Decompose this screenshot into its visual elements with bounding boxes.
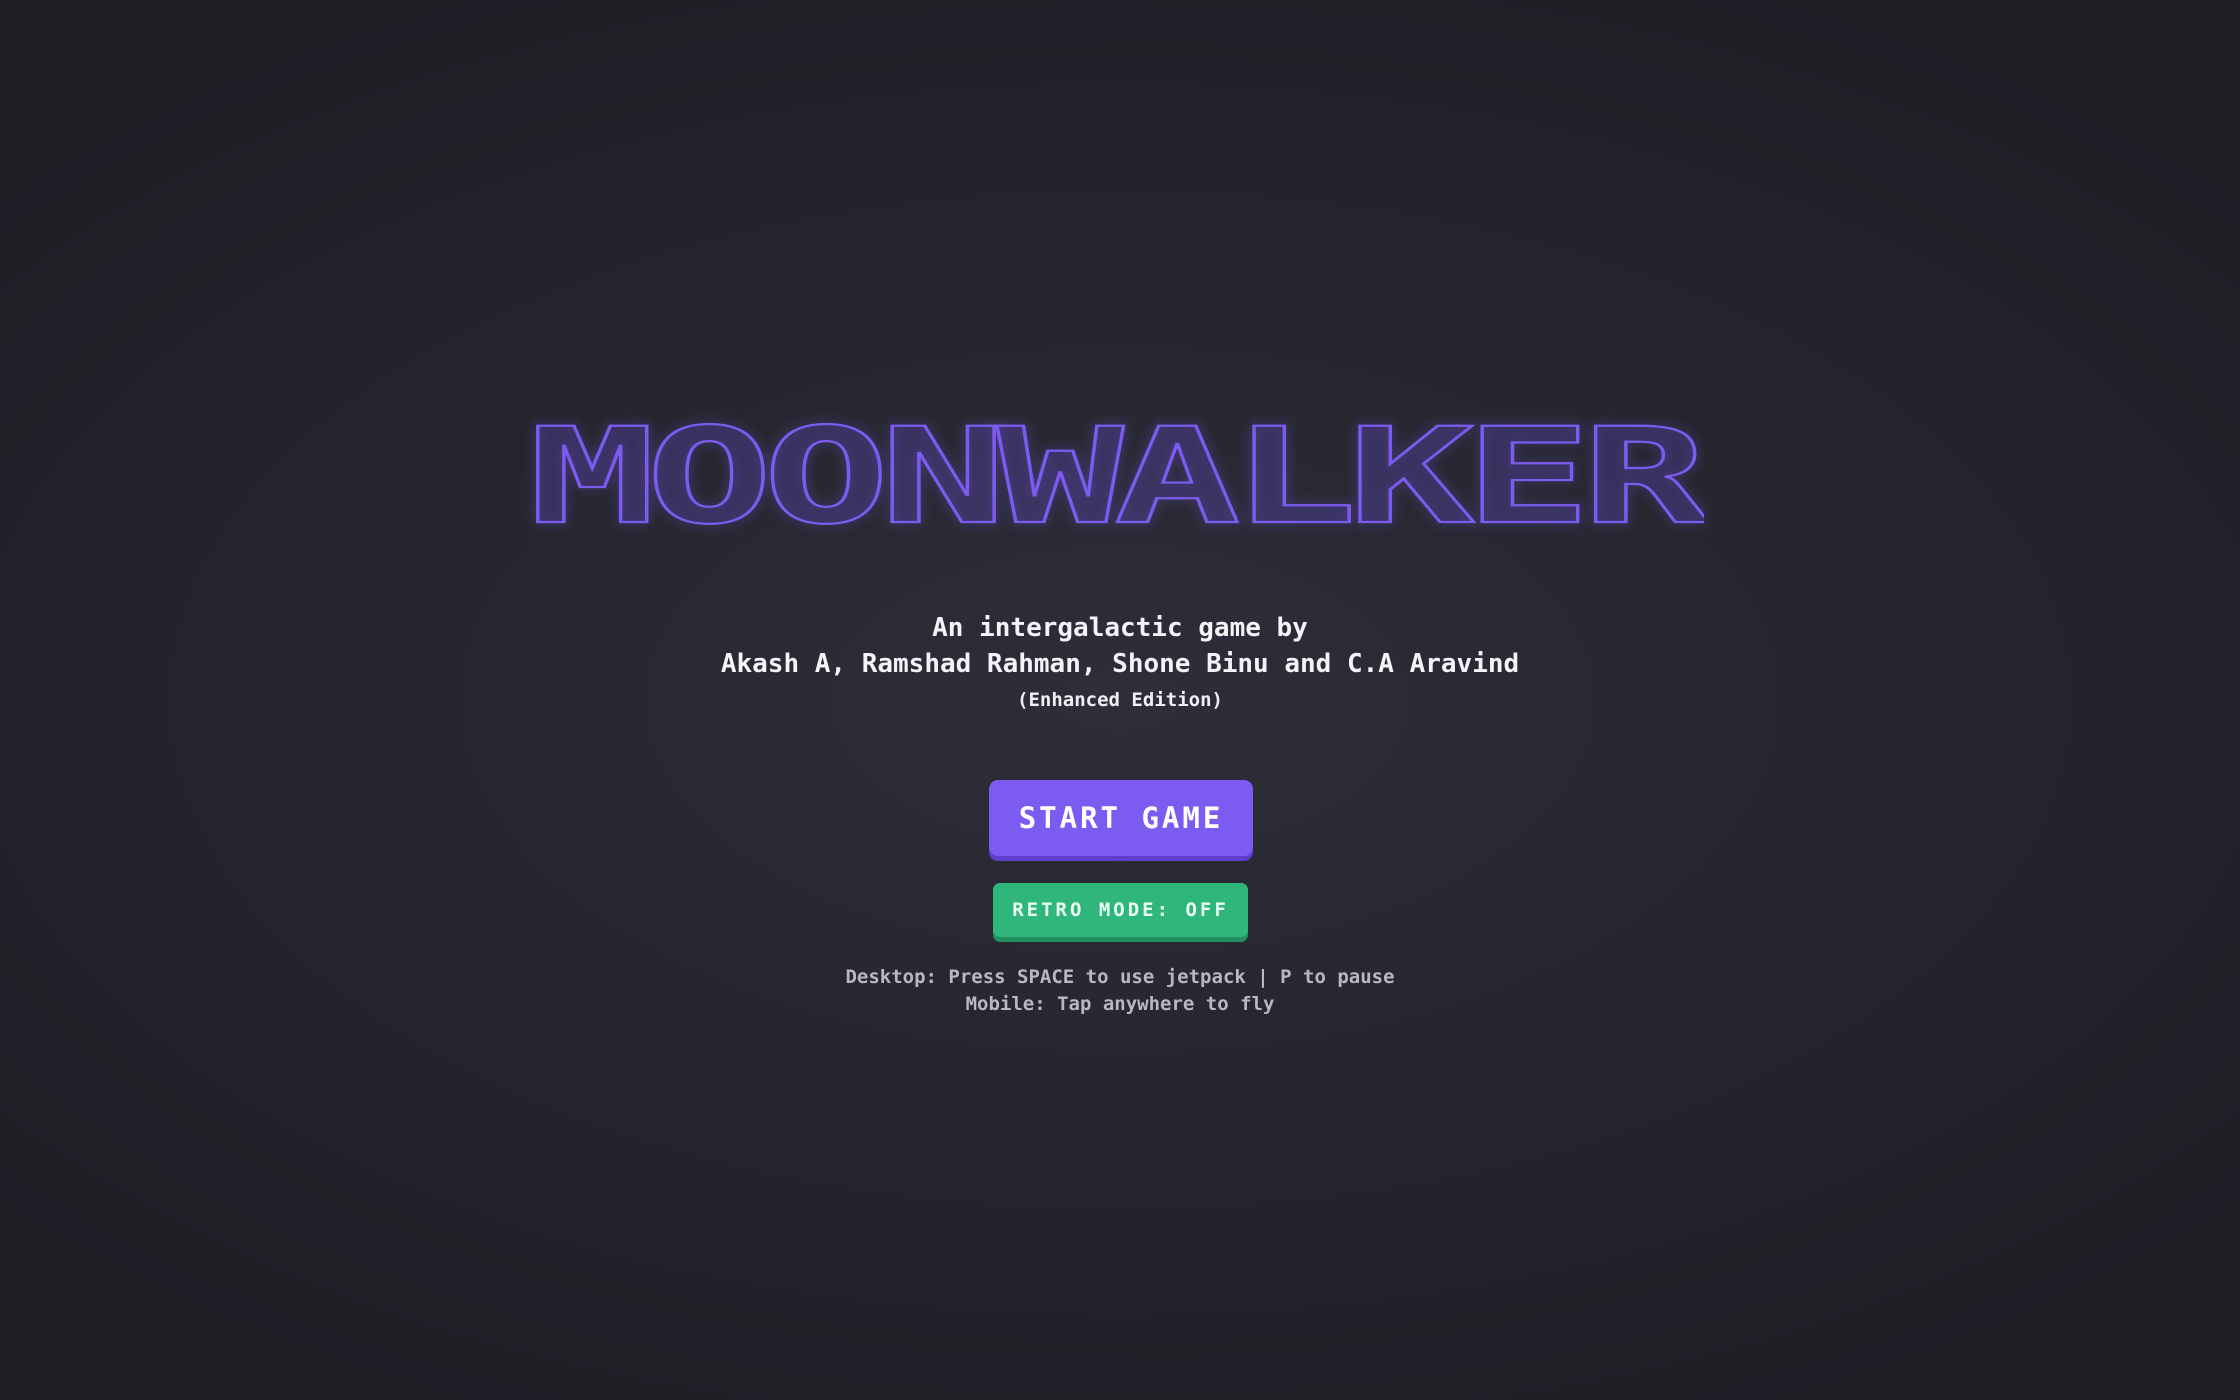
credits-authors: Akash A, Ramshad Rahman, Shone Binu and … bbox=[720, 649, 1520, 679]
desktop-instructions: Desktop: Press SPACE to use jetpack | P … bbox=[845, 966, 1395, 988]
edition-label: (Enhanced Edition) bbox=[1017, 689, 1223, 711]
start-game-button[interactable]: START GAME bbox=[989, 780, 1253, 856]
credits-intro: An intergalactic game by bbox=[932, 613, 1308, 643]
title-screen: MOONWALKER An intergalactic game by Akas… bbox=[0, 0, 2240, 1400]
controls-instructions: Desktop: Press SPACE to use jetpack | P … bbox=[0, 964, 2240, 1018]
game-logo: MOONWALKER bbox=[528, 412, 1704, 536]
credits-block: An intergalactic game by Akash A, Ramsha… bbox=[0, 610, 2240, 714]
mobile-instructions: Mobile: Tap anywhere to fly bbox=[965, 993, 1275, 1015]
game-title: MOONWALKER bbox=[529, 412, 1704, 536]
retro-mode-toggle[interactable]: RETRO MODE: OFF bbox=[993, 883, 1248, 937]
